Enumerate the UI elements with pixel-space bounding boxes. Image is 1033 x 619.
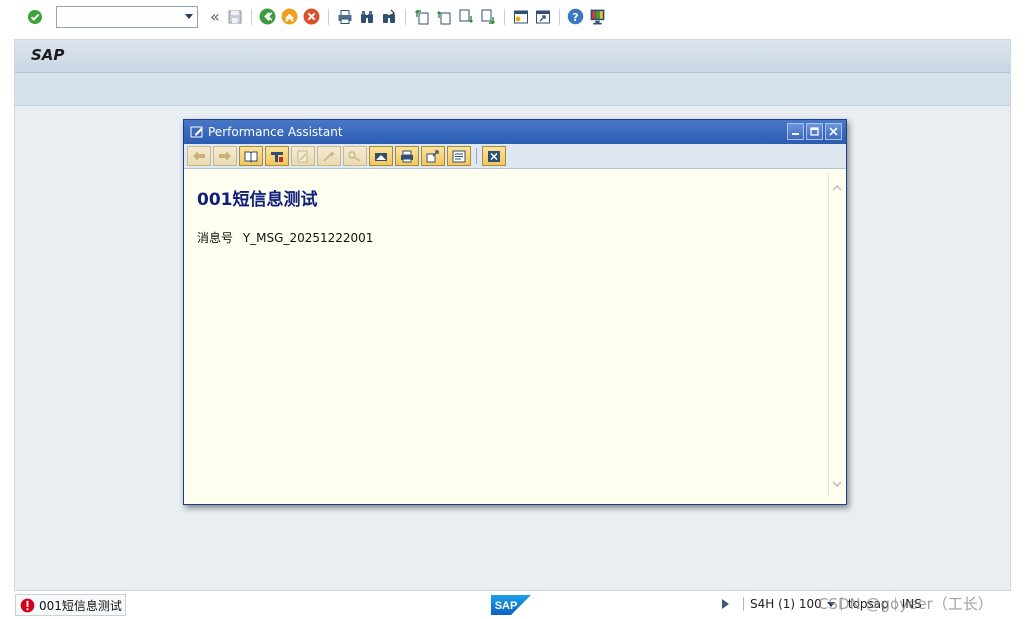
dialog-content: 001短信息测试 消息号 Y_MSG_20251222001 [184, 169, 846, 504]
scroll-up-icon[interactable] [832, 183, 842, 193]
nav-back-button[interactable] [187, 146, 211, 166]
last-page-icon[interactable] [478, 7, 498, 27]
sap-logo-icon: SAP [491, 595, 531, 615]
collapse-command-button[interactable]: « [210, 7, 220, 27]
error-icon [20, 598, 35, 612]
maximize-icon [810, 127, 819, 136]
find-text-button[interactable] [343, 146, 367, 166]
back-icon[interactable] [258, 7, 278, 27]
screen-title: SAP [31, 46, 65, 64]
dialog-title: Performance Assistant [208, 125, 343, 139]
command-field[interactable] [56, 5, 198, 28]
expand-system-info-icon[interactable] [722, 599, 729, 609]
next-page-icon[interactable] [456, 7, 476, 27]
generate-shortcut-icon[interactable] [533, 7, 553, 27]
status-bar: 001短信息测试 SAP S4H (1) 100 topsap INS CSDN… [0, 593, 1033, 619]
performance-assistant-dialog: Performance Assistant 001短信息测试 消息号 Y_MSG… [183, 119, 847, 505]
toolbar-separator [327, 8, 329, 25]
customize-layout-icon[interactable] [588, 7, 608, 27]
message-number-line: 消息号 Y_MSG_20251222001 [197, 229, 373, 246]
minimize-icon [792, 133, 799, 135]
close-button[interactable] [825, 123, 842, 140]
command-dropdown-icon[interactable] [185, 13, 193, 19]
new-note-button[interactable] [317, 146, 341, 166]
title-bar: SAP [15, 40, 1010, 73]
find-next-icon[interactable] [379, 7, 399, 27]
technical-info-button[interactable] [265, 146, 289, 166]
dialog-toolbar [184, 144, 846, 169]
arrow-right-icon [219, 151, 231, 161]
toolbar-separator [476, 148, 477, 164]
svg-text:?: ? [573, 11, 579, 24]
status-message[interactable]: 001短信息测试 [15, 594, 126, 616]
vertical-scrollbar[interactable] [828, 173, 844, 497]
enter-check-icon[interactable] [25, 7, 45, 27]
settings-button[interactable] [369, 146, 393, 166]
edit-button[interactable] [291, 146, 315, 166]
scroll-down-icon[interactable] [832, 479, 842, 489]
wand-icon [323, 150, 335, 162]
exit-icon[interactable] [280, 7, 300, 27]
pencil-icon [297, 150, 308, 162]
export-icon [426, 149, 439, 162]
toolbar-separator [503, 8, 505, 25]
tools-icon [271, 151, 283, 162]
dialog-title-bar[interactable]: Performance Assistant [184, 120, 846, 144]
svg-text:SAP: SAP [495, 600, 518, 612]
close-box-icon [488, 150, 500, 162]
previous-page-icon[interactable] [434, 7, 454, 27]
first-page-icon[interactable] [412, 7, 432, 27]
status-separator [743, 597, 744, 611]
system-client: S4H (1) 100 [750, 597, 822, 611]
open-book-icon [244, 151, 258, 163]
application-toolbar [15, 73, 1010, 106]
window-settings-icon [375, 152, 387, 161]
edit-window-icon [190, 125, 204, 139]
command-input[interactable] [57, 6, 177, 27]
print-help-button[interactable] [395, 146, 419, 166]
save-icon[interactable] [225, 7, 245, 27]
window-controls [787, 123, 842, 140]
close-dialog-button[interactable] [482, 146, 506, 166]
find-icon[interactable] [357, 7, 377, 27]
toolbar-separator [558, 8, 560, 25]
create-session-icon[interactable] [511, 7, 531, 27]
export-button[interactable] [421, 146, 445, 166]
print-icon[interactable] [335, 7, 355, 27]
system-toolbar: « ? [0, 0, 1033, 33]
close-icon [829, 127, 838, 136]
cancel-icon[interactable] [302, 7, 322, 27]
toolbar-separator [250, 8, 252, 25]
message-title: 001短信息测试 [197, 190, 318, 210]
info-list-button[interactable] [447, 146, 471, 166]
status-message-text: 001短信息测试 [39, 598, 122, 613]
arrow-left-icon [193, 151, 205, 161]
document-list-icon [452, 150, 466, 162]
message-number-label: 消息号 [197, 231, 234, 245]
message-number-value: Y_MSG_20251222001 [242, 231, 374, 245]
maximize-button[interactable] [806, 123, 823, 140]
key-icon [348, 150, 361, 162]
help-library-button[interactable] [239, 146, 263, 166]
printer-icon [401, 150, 413, 162]
nav-forward-button[interactable] [213, 146, 237, 166]
watermark: CSDN @goyeer（工长） [818, 595, 993, 613]
toolbar-separator [404, 8, 406, 25]
minimize-button[interactable] [787, 123, 804, 140]
help-icon[interactable]: ? [566, 7, 586, 27]
